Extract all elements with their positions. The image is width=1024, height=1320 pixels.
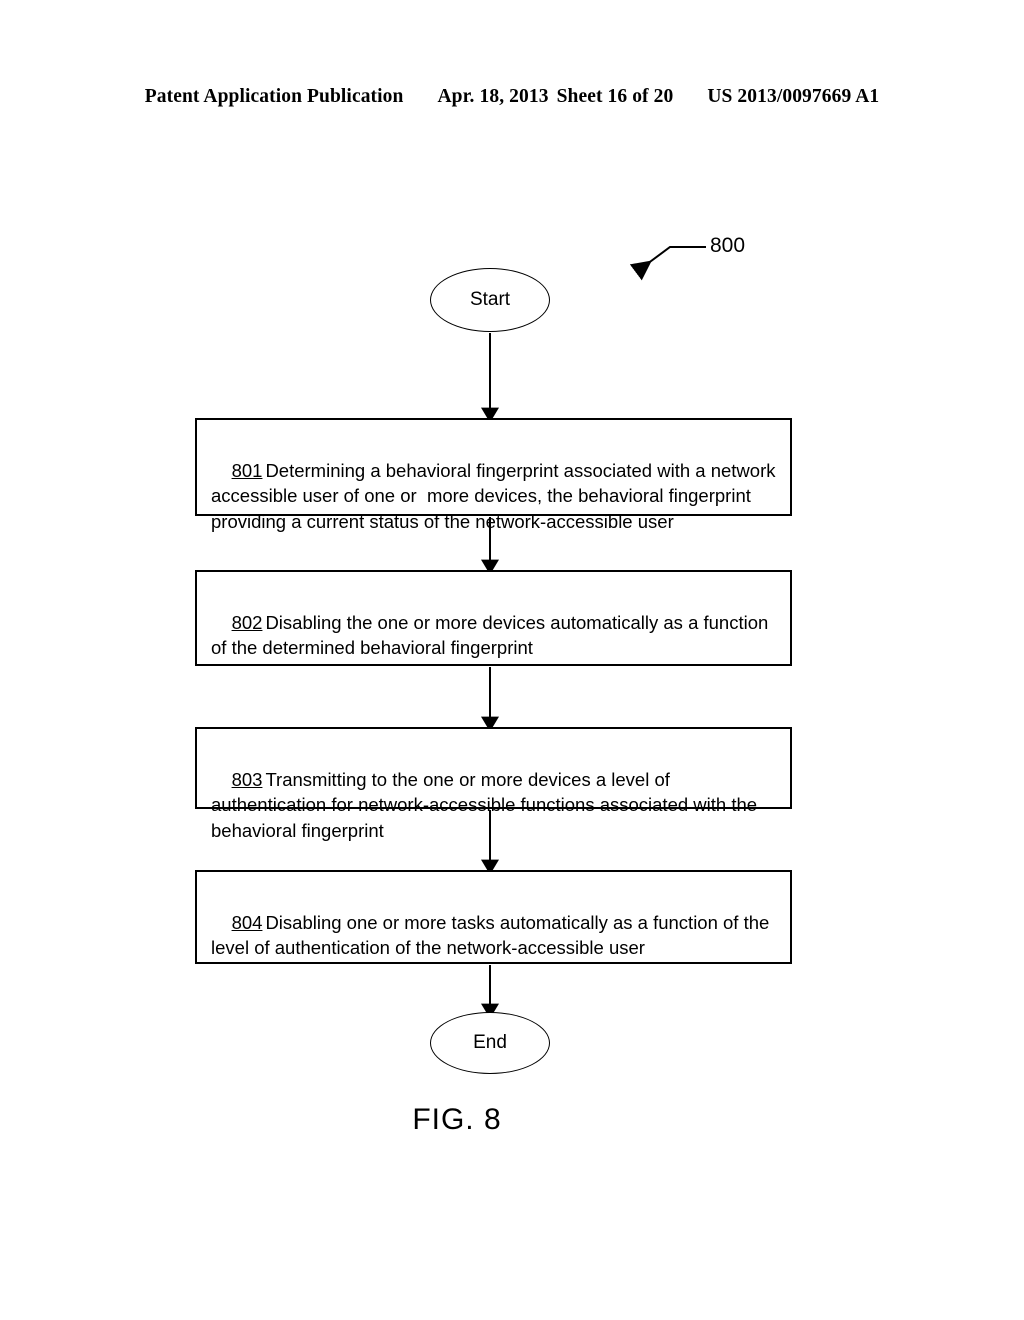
step-803-content: 803 Transmitting to the one or more devic… — [211, 741, 776, 869]
step-801-number: 801 — [231, 459, 263, 481]
flowchart-step-801: 801 Determining a behavioral fingerprint … — [195, 418, 792, 532]
flowchart-step-803: 803 Transmitting to the one or more devic… — [195, 727, 792, 841]
end-node-label: End — [473, 1032, 507, 1053]
flowchart-node-start: Start — [430, 268, 550, 332]
step-801-text: Determining a behavioral fingerprint ass… — [211, 459, 781, 532]
step-804-text: Disabling one or more tasks automaticall… — [211, 911, 775, 959]
step-804-content: 804 Disabling one or more tasks automatic… — [211, 884, 776, 986]
step-802-content: 802 Disabling the one or more devices aut… — [211, 584, 776, 686]
step-801-content: 801 Determining a behavioral fingerprint … — [211, 432, 776, 560]
flowchart-node-end: End — [430, 1012, 550, 1074]
reference-leader-line-800 — [629, 246, 706, 281]
figure-caption-label: FIG. 8 — [412, 1103, 502, 1136]
step-802-text: Disabling the one or more devices automa… — [211, 611, 774, 659]
flowchart-step-804: 804 Disabling one or more tasks automatic… — [195, 870, 792, 964]
step-804-number: 804 — [231, 911, 263, 933]
reference-numeral-800: 800 — [710, 234, 746, 257]
figure-caption: FIG. 8 — [0, 1103, 1024, 1137]
step-803-text: Transmitting to the one or more devices … — [211, 768, 763, 841]
flowchart-step-802: 802 Disabling the one or more devices aut… — [195, 570, 792, 666]
start-node-label: Start — [469, 289, 511, 310]
step-803-number: 803 — [231, 768, 263, 790]
step-802-number: 802 — [231, 611, 263, 633]
